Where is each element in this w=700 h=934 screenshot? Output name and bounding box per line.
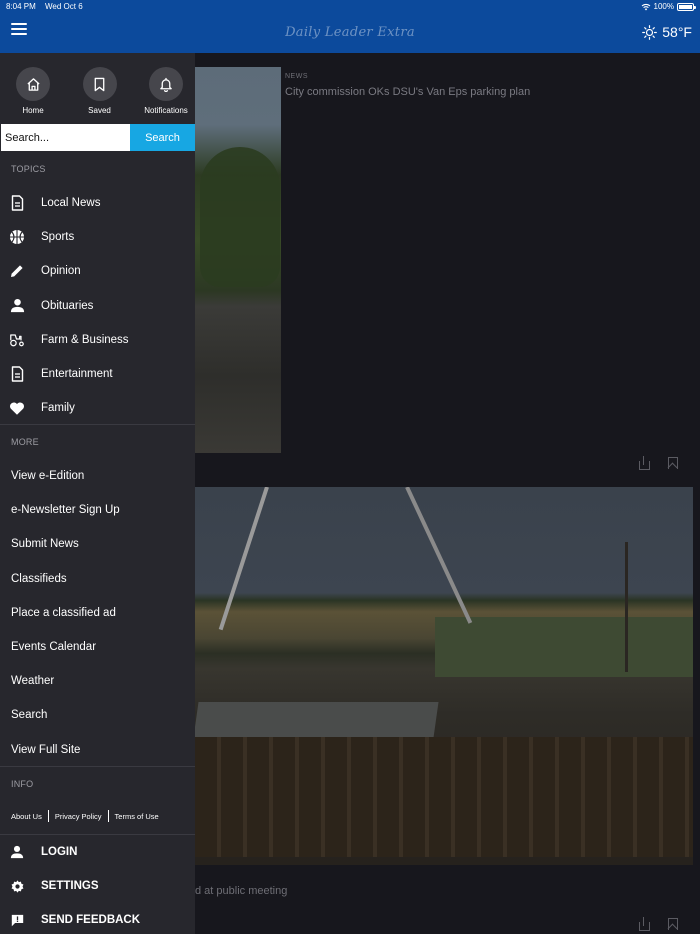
sun-icon — [642, 24, 658, 40]
send-feedback-label: SEND FEEDBACK — [41, 914, 141, 926]
topic-opinion[interactable]: Opinion — [0, 254, 195, 288]
article-headline[interactable]: d at public meeting — [195, 885, 287, 897]
battery-icon — [677, 2, 696, 11]
saved-label: Saved — [88, 106, 111, 115]
quick-actions: Home Saved Notifications — [0, 53, 195, 123]
temperature: 58°F — [662, 24, 692, 40]
link-separator — [47, 810, 49, 822]
topic-label: Obituaries — [41, 299, 94, 312]
status-right: 100% — [641, 0, 696, 13]
account-actions: LOGIN SETTINGS SEND FEEDBACK — [0, 835, 195, 934]
login-button[interactable]: LOGIN — [0, 835, 195, 869]
login-label: LOGIN — [41, 846, 78, 858]
privacy-policy-link[interactable]: Privacy Policy — [55, 812, 102, 821]
document-icon — [9, 195, 25, 211]
article-feed: NEWS City commission OKs DSU's Van Eps p… — [195, 53, 700, 934]
heart-icon — [9, 400, 25, 416]
terms-of-use-link[interactable]: Terms of Use — [115, 812, 159, 821]
more-heading: MORE — [11, 437, 39, 447]
about-us-link[interactable]: About Us — [11, 812, 42, 821]
bookmark-icon — [82, 67, 117, 101]
article-photo[interactable] — [195, 487, 693, 865]
more-item-submit-news[interactable]: Submit News — [0, 527, 195, 561]
topic-local-news[interactable]: Local News — [0, 186, 195, 220]
photo-field — [435, 617, 693, 677]
more-item-place-ad[interactable]: Place a classified ad — [0, 596, 195, 630]
feedback-icon — [10, 913, 24, 927]
brand-logo: Daily Leader Extra — [285, 25, 415, 40]
topics-heading: TOPICS — [11, 164, 46, 174]
more-item-search[interactable]: Search — [0, 698, 195, 732]
topics-list: Local News Sports Opinion Obituaries Far… — [0, 186, 195, 425]
photo-pump-boom — [218, 487, 269, 631]
topic-label: Farm & Business — [41, 333, 129, 346]
home-icon — [16, 67, 50, 101]
basketball-icon — [9, 229, 25, 245]
photo-form-wall — [195, 737, 693, 857]
status-time: 8:04 PM — [6, 2, 36, 11]
app-root: 8:04 PM Wed Oct 6 100% Daily Leader Extr… — [0, 0, 700, 934]
share-icon[interactable] — [637, 456, 651, 470]
topic-label: Entertainment — [41, 368, 113, 381]
more-item-full-site[interactable]: View Full Site — [0, 733, 195, 767]
topic-farm-business[interactable]: Farm & Business — [0, 323, 195, 357]
share-icon[interactable] — [637, 917, 651, 931]
app-header: 8:04 PM Wed Oct 6 100% Daily Leader Extr… — [0, 0, 700, 53]
more-item-weather[interactable]: Weather — [0, 664, 195, 698]
topic-sports[interactable]: Sports — [0, 220, 195, 254]
article-headline[interactable]: City commission OKs DSU's Van Eps parkin… — [285, 86, 530, 98]
photo-utility-pole — [625, 542, 628, 672]
bookmark-icon[interactable] — [665, 917, 679, 931]
person-icon — [9, 298, 25, 314]
divider — [0, 766, 195, 767]
topic-family[interactable]: Family — [0, 391, 195, 425]
home-button[interactable]: Home — [4, 53, 62, 123]
pencil-icon — [9, 263, 25, 279]
topic-label: Opinion — [41, 265, 81, 278]
info-links: About Us Privacy Policy Terms of Use — [11, 810, 159, 822]
article-kicker: NEWS — [285, 73, 308, 80]
notifications-button[interactable]: Notifications — [137, 53, 195, 123]
saved-button[interactable]: Saved — [71, 53, 129, 123]
topic-label: Sports — [41, 231, 75, 244]
more-item-newsletter[interactable]: e-Newsletter Sign Up — [0, 493, 195, 527]
person-icon — [10, 845, 24, 859]
topic-label: Family — [41, 402, 75, 415]
article-actions — [637, 456, 679, 470]
link-separator — [107, 810, 109, 822]
settings-button[interactable]: SETTINGS — [0, 869, 195, 903]
article-actions — [637, 917, 679, 931]
tractor-icon — [9, 332, 25, 348]
bell-icon — [149, 67, 183, 101]
more-item-e-edition[interactable]: View e-Edition — [0, 459, 195, 493]
thumbnail-tree — [200, 147, 280, 287]
battery-percent: 100% — [653, 2, 674, 11]
article-thumbnail[interactable] — [195, 67, 281, 453]
settings-label: SETTINGS — [41, 880, 99, 892]
search-input[interactable] — [1, 124, 130, 151]
home-label: Home — [22, 106, 44, 115]
wifi-icon — [641, 3, 650, 10]
topic-entertainment[interactable]: Entertainment — [0, 357, 195, 391]
gear-icon — [10, 879, 24, 893]
info-heading: INFO — [11, 779, 34, 789]
more-list: View e-Edition e-Newsletter Sign Up Subm… — [0, 459, 195, 767]
notifications-label: Notifications — [144, 106, 188, 115]
more-item-events[interactable]: Events Calendar — [0, 630, 195, 664]
side-drawer: Home Saved Notifications Search TOPICS — [0, 53, 195, 934]
document-icon — [9, 366, 25, 382]
more-item-classifieds[interactable]: Classifieds — [0, 562, 195, 596]
status-bar: 8:04 PM Wed Oct 6 100% — [0, 0, 700, 13]
drawer-search: Search — [1, 124, 195, 151]
topic-label: Local News — [41, 197, 101, 210]
photo-crane-boom — [405, 487, 473, 624]
weather-widget[interactable]: 58°F — [642, 24, 692, 40]
search-button[interactable]: Search — [130, 124, 195, 151]
status-date: Wed Oct 6 — [45, 2, 83, 11]
send-feedback-button[interactable]: SEND FEEDBACK — [0, 903, 195, 934]
divider — [0, 424, 195, 425]
bookmark-icon[interactable] — [665, 456, 679, 470]
topic-obituaries[interactable]: Obituaries — [0, 289, 195, 323]
